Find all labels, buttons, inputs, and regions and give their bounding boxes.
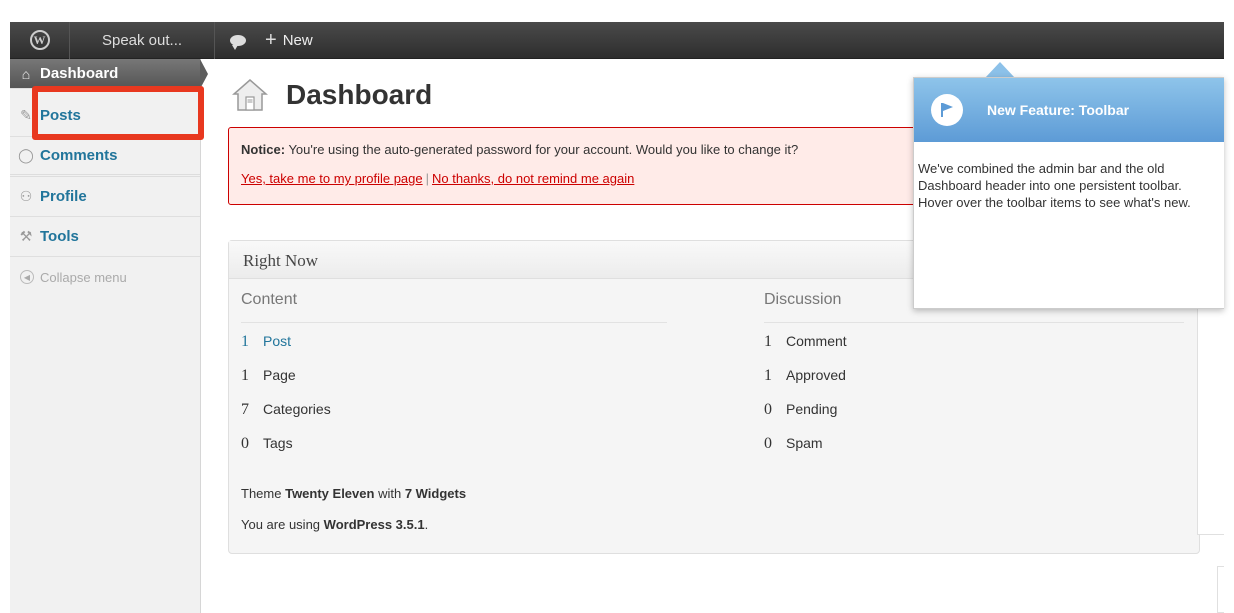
new-content-menu[interactable]: + New	[261, 22, 325, 59]
notice-message: You're using the auto-generated password…	[288, 142, 799, 157]
stat-label: Approved	[786, 367, 846, 383]
page-header: Dashboard	[232, 77, 432, 113]
notice-separator: |	[425, 171, 430, 186]
stat-pages[interactable]: 1 Page	[241, 357, 667, 391]
content-column: Content 1 Post 1 Page 7 Categories 0 Tag…	[241, 291, 667, 459]
comment-bubble-icon	[230, 34, 246, 50]
version-suffix: .	[424, 517, 429, 532]
stat-num: 0	[764, 435, 772, 452]
stat-approved[interactable]: 1 Approved	[764, 357, 1184, 391]
sidebar-item-comments[interactable]: ◯ Comments	[10, 137, 200, 177]
version-prefix: You are using	[241, 517, 321, 532]
new-label: New	[282, 31, 313, 49]
flag-icon	[931, 94, 963, 126]
stat-spam[interactable]: 0 Spam	[764, 425, 1184, 459]
stat-pending[interactable]: 0 Pending	[764, 391, 1184, 425]
version-info: You are using WordPress 3.5.1.	[241, 517, 466, 532]
notice-text: Notice: You're using the auto-generated …	[241, 142, 915, 157]
highlight-box	[32, 86, 204, 140]
sidebar-item-profile[interactable]: ⚇ Profile	[10, 177, 200, 217]
comment-icon: ◯	[18, 147, 34, 163]
admin-toolbar: W Speak out... + New	[10, 21, 1224, 59]
stat-categories[interactable]: 7 Categories	[241, 391, 667, 425]
side-widget-edge-lower	[1217, 566, 1224, 613]
home-icon: ⌂	[21, 65, 31, 82]
stat-num: 0	[764, 401, 772, 418]
theme-info: Theme Twenty Eleven with 7 Widgets	[241, 486, 466, 501]
site-name-menu[interactable]: Speak out...	[70, 21, 215, 59]
stat-num: 1	[764, 333, 772, 350]
top-strip	[0, 0, 1234, 22]
pointer-arrow	[985, 62, 1015, 78]
pointer-body: We've combined the admin bar and the old…	[918, 161, 1191, 210]
dashboard-house-icon	[232, 79, 268, 111]
widgets-link[interactable]: 7 Widgets	[405, 486, 466, 501]
sidebar-item-label: Tools	[40, 228, 79, 245]
pointer-title: New Feature: Toolbar	[987, 102, 1130, 118]
theme-prefix: Theme	[241, 486, 282, 501]
sidebar-item-tools[interactable]: ⚒ Tools	[10, 217, 200, 257]
stat-num: 1	[764, 367, 772, 384]
stat-label: Tags	[263, 435, 293, 451]
password-notice: Notice: You're using the auto-generated …	[228, 127, 928, 205]
page-title: Dashboard	[286, 79, 433, 110]
stat-num: 1	[241, 367, 249, 384]
plus-icon: +	[265, 29, 277, 51]
wp-menu[interactable]: W	[10, 21, 70, 59]
stat-label: Pending	[786, 401, 838, 417]
stat-num: 7	[241, 401, 249, 418]
tools-icon: ⚒	[19, 228, 33, 244]
stat-label: Categories	[263, 401, 331, 417]
sidebar-item-label: Comments	[40, 147, 118, 164]
stat-comments[interactable]: 1 Comment	[764, 323, 1184, 357]
stat-posts[interactable]: 1 Post	[241, 323, 667, 357]
admin-sidebar: ⌂ Dashboard ✎ Posts ◯ Comments ⚇ Profile…	[10, 59, 208, 613]
pointer-header: New Feature: Toolbar	[914, 78, 1224, 142]
stat-label: Page	[263, 367, 296, 383]
stat-label: Post	[263, 333, 292, 349]
collapse-menu-label: Collapse menu	[40, 269, 127, 285]
stat-label: Spam	[786, 435, 823, 451]
collapse-arrow-icon: ◀	[20, 270, 34, 284]
discussion-column: Discussion 1 Comment 1 Approved 0 Pendin…	[764, 291, 1184, 459]
stat-tags[interactable]: 0 Tags	[241, 425, 667, 459]
sidebar-item-label: Dashboard	[40, 65, 119, 82]
wordpress-logo-icon: W	[29, 30, 50, 50]
version-number: WordPress 3.5.1	[323, 517, 425, 532]
site-name-label: Speak out...	[101, 31, 183, 49]
profile-page-link[interactable]: Yes, take me to my profile page	[241, 171, 423, 186]
theme-name-link[interactable]: Twenty Eleven	[285, 486, 374, 501]
theme-with: with	[378, 486, 402, 501]
stat-label: Comment	[786, 333, 847, 349]
sidebar-item-label: Profile	[40, 188, 87, 205]
notice-links: Yes, take me to my profile page | No thank…	[241, 171, 915, 186]
users-icon: ⚇	[19, 188, 33, 204]
right-now-footer: Theme Twenty Eleven with 7 Widgets You a…	[241, 486, 466, 548]
stat-num: 1	[241, 333, 249, 350]
stat-num: 0	[241, 435, 249, 452]
dismiss-reminder-link[interactable]: No thanks, do not remind me again	[432, 171, 634, 186]
sidebar-item-dashboard[interactable]: ⌂ Dashboard	[10, 59, 208, 89]
collapse-menu-button[interactable]: ◀ Collapse menu	[10, 257, 200, 297]
comments-menu[interactable]	[215, 22, 261, 59]
content-heading: Content	[241, 291, 667, 323]
notice-prefix: Notice:	[241, 142, 286, 157]
feature-pointer-tooltip: New Feature: Toolbar We've combined the …	[913, 77, 1224, 309]
